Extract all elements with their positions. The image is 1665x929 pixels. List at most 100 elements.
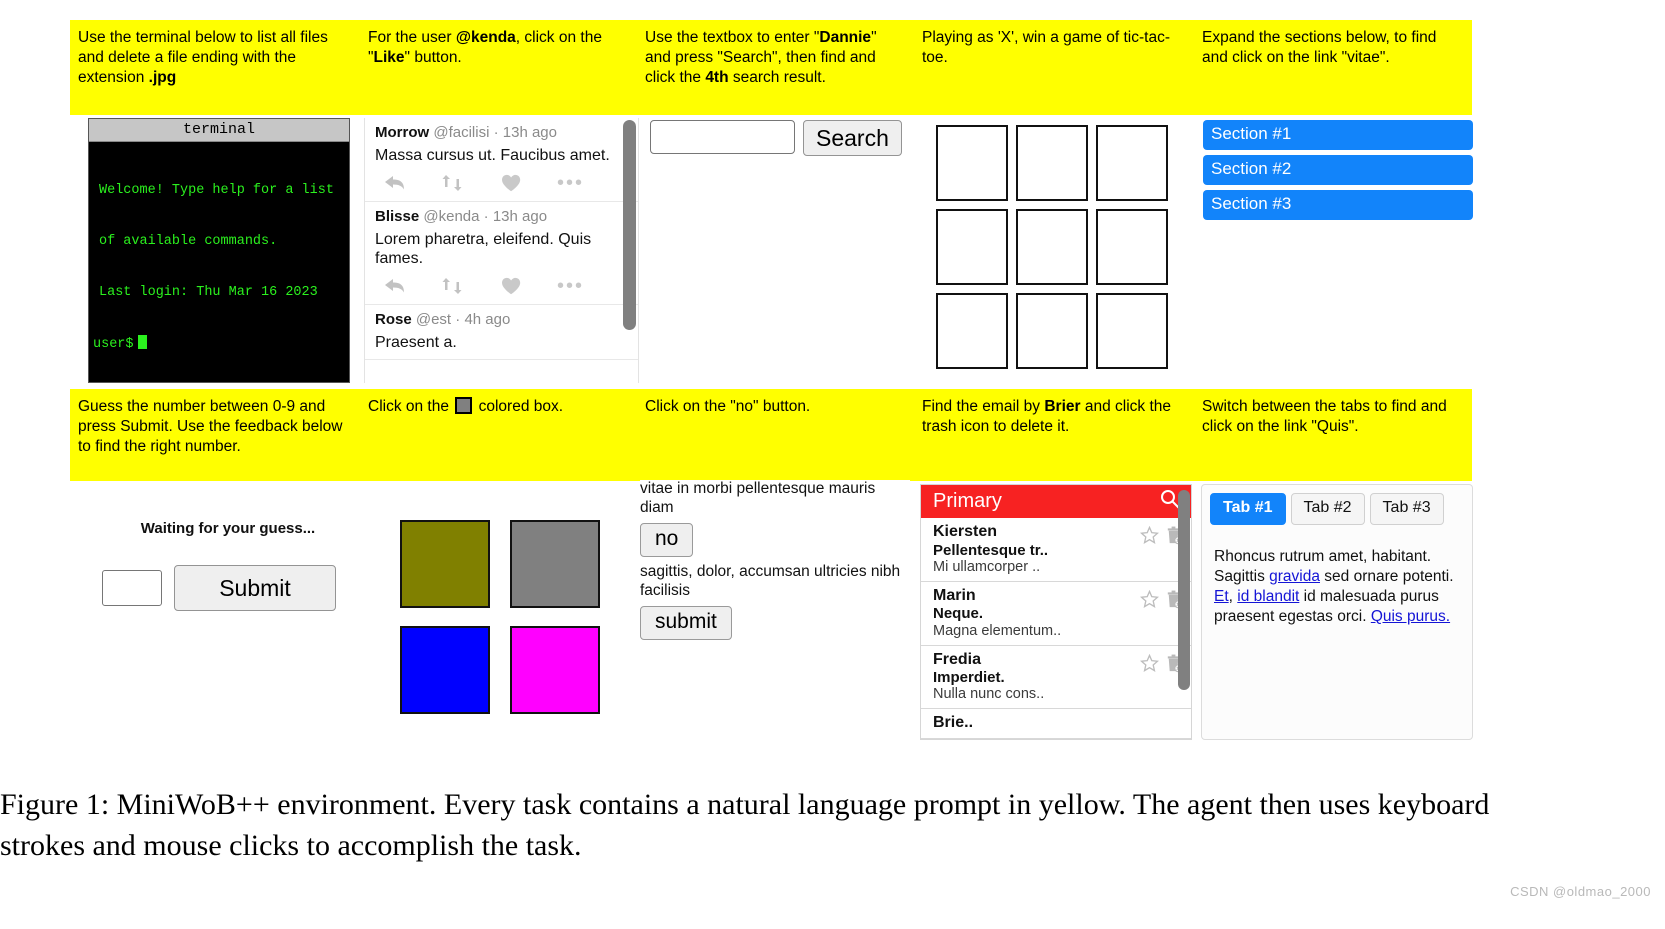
click-color-task	[400, 520, 630, 735]
tab-3[interactable]: Tab #3	[1369, 493, 1444, 525]
star-icon[interactable]	[1139, 589, 1160, 614]
click-button-text-middle: sagittis, dolor, accumsan ultricies nibh…	[640, 562, 901, 599]
tweet-item: Rose @est · 4h ago Praesent a.	[365, 305, 638, 361]
search-row: Search	[650, 120, 920, 156]
click-button-task: vitae in morbi pellentesque mauris diam …	[640, 480, 910, 740]
ttt-cell-0[interactable]	[936, 125, 1008, 201]
prompt-strip-row2: Guess the number between 0-9 and press S…	[70, 389, 1472, 481]
guess-controls: Submit	[88, 565, 368, 611]
click-button-text-above: vitae in morbi pellentesque mauris diam	[640, 480, 876, 516]
tweet-time: 13h ago	[502, 124, 557, 141]
ttt-cell-2[interactable]	[1096, 125, 1168, 201]
email-list: Kiersten Pellentesque tr.. Mi ullamcorpe…	[921, 518, 1191, 739]
like-icon[interactable]	[499, 276, 557, 296]
prompt-search: Use the textbox to enter "Dannie" and pr…	[645, 29, 877, 86]
tweet-handle: @est	[415, 310, 452, 328]
tweet-body: Lorem pharetra, eleifend. Quis fames.	[375, 230, 592, 268]
link-id-blandit[interactable]: id blandit	[1237, 588, 1299, 605]
tabs-task: Tab #1 Tab #2 Tab #3 Rhoncus rutrum amet…	[1201, 484, 1473, 740]
tweet-time: 13h ago	[492, 207, 548, 225]
reply-icon[interactable]	[383, 276, 441, 296]
color-box-blue[interactable]	[400, 626, 490, 714]
email-row[interactable]: Marin Neque. Magna elementum..	[921, 582, 1191, 646]
tweet-separator: ·	[483, 207, 489, 225]
color-box-gray[interactable]	[510, 520, 600, 608]
expand-sections-task: Section #1 Section #2 Section #3	[1203, 120, 1473, 225]
ttt-cell-5[interactable]	[1096, 209, 1168, 285]
submit-button[interactable]: submit	[640, 605, 732, 640]
email-text: Marin Neque. Magna elementum..	[933, 587, 1061, 640]
section-header-3[interactable]: Section #3	[1203, 190, 1473, 220]
ttt-cell-3[interactable]	[936, 209, 1008, 285]
link-gravida[interactable]: gravida	[1269, 568, 1320, 585]
email-header-title: Primary	[933, 490, 1002, 512]
retweet-icon[interactable]	[441, 173, 499, 193]
tweet-body: Praesent a.	[375, 333, 457, 351]
email-sender: Fredia	[933, 650, 982, 668]
tweet-separator: ·	[455, 310, 461, 328]
email-row[interactable]: Brie..	[921, 709, 1191, 739]
terminal-title: terminal	[89, 119, 349, 142]
reply-icon[interactable]	[383, 173, 441, 193]
star-icon[interactable]	[1139, 525, 1160, 550]
prompt-click-button: Click on the "no" button.	[645, 398, 811, 415]
tweet-actions: •••	[375, 274, 628, 302]
tweet-header: Blisse @kenda · 13h ago	[375, 208, 628, 226]
prompt-tabs: Switch between the tabs to find and clic…	[1202, 398, 1447, 435]
retweet-icon[interactable]	[441, 276, 499, 296]
ttt-cell-6[interactable]	[936, 293, 1008, 369]
email-preview: Magna elementum..	[933, 622, 1062, 639]
tab-2[interactable]: Tab #2	[1290, 493, 1365, 525]
social-feed-scrollbar[interactable]	[623, 120, 636, 330]
email-text: Brie..	[933, 714, 973, 733]
email-row[interactable]: Kiersten Pellentesque tr.. Mi ullamcorpe…	[921, 518, 1191, 582]
figure-caption: Figure 1: MiniWoB++ environment. Every t…	[0, 788, 1490, 863]
ttt-cell-1[interactable]	[1016, 125, 1088, 201]
email-sender: Kiersten	[933, 523, 998, 540]
email-text: Kiersten Pellentesque tr.. Mi ullamcorpe…	[933, 523, 1048, 576]
prompt-strip-row1: Use the terminal below to list all files…	[70, 20, 1472, 115]
terminal-prompt-line[interactable]: user$	[93, 335, 345, 353]
terminal-line: of available commands.	[99, 234, 278, 249]
guess-number-task: Waiting for your guess... Submit	[88, 490, 368, 740]
tab-1[interactable]: Tab #1	[1210, 493, 1286, 525]
social-feed-task: Morrow @facilisi · 13h ago Massa cursus …	[364, 118, 639, 383]
ttt-cell-7[interactable]	[1016, 293, 1088, 369]
guess-submit-button[interactable]: Submit	[174, 565, 336, 611]
email-text: Fredia Imperdiet. Nulla nunc cons..	[933, 651, 1044, 704]
tab-content: Rhoncus rutrum amet, habitant. Sagittis …	[1214, 548, 1454, 626]
guess-input[interactable]	[102, 570, 162, 606]
search-button[interactable]: Search	[803, 120, 902, 156]
tweet-author: Blisse	[375, 207, 420, 225]
star-icon[interactable]	[1139, 653, 1160, 678]
link-quis-purus[interactable]: Quis purus.	[1371, 608, 1450, 625]
like-icon[interactable]	[499, 173, 557, 193]
color-box-olive[interactable]	[400, 520, 490, 608]
search-input[interactable]	[650, 120, 795, 154]
section-header-1[interactable]: Section #1	[1203, 120, 1473, 150]
tweet-author: Rose	[375, 310, 412, 328]
tictactoe-task	[936, 125, 1171, 375]
email-sender: Brie..	[933, 714, 974, 732]
prompt-sections: Expand the sections below, to find and c…	[1202, 29, 1437, 66]
tweet-handle: @facilisi	[433, 124, 490, 141]
email-scrollbar[interactable]	[1178, 490, 1190, 690]
tweet-time: 4h ago	[464, 310, 511, 328]
email-sender: Marin	[933, 586, 976, 604]
ttt-cell-8[interactable]	[1096, 293, 1168, 369]
color-box-magenta[interactable]	[510, 626, 600, 714]
link-et[interactable]: Et	[1214, 588, 1229, 605]
more-options-icon[interactable]: •••	[557, 276, 615, 296]
section-header-2[interactable]: Section #2	[1203, 155, 1473, 185]
prompt-email-delete: Find the email by Brier and click the tr…	[922, 398, 1171, 435]
terminal-task[interactable]: terminal Welcome! Type help for a list o…	[88, 118, 350, 383]
terminal-output[interactable]: Welcome! Type help for a list of availab…	[89, 142, 349, 391]
email-row[interactable]: Fredia Imperdiet. Nulla nunc cons..	[921, 646, 1191, 710]
email-inbox-task: Primary Kiersten Pellentesque tr.. Mi ul…	[920, 484, 1192, 740]
tweet-item: Morrow @facilisi · 13h ago Massa cursus …	[365, 118, 638, 202]
watermark: CSDN @oldmao_2000	[1510, 884, 1651, 899]
more-options-icon[interactable]: •••	[557, 173, 615, 193]
no-button[interactable]: no	[640, 522, 694, 557]
figure-root: Use the terminal below to list all files…	[0, 0, 1665, 929]
ttt-cell-4[interactable]	[1016, 209, 1088, 285]
